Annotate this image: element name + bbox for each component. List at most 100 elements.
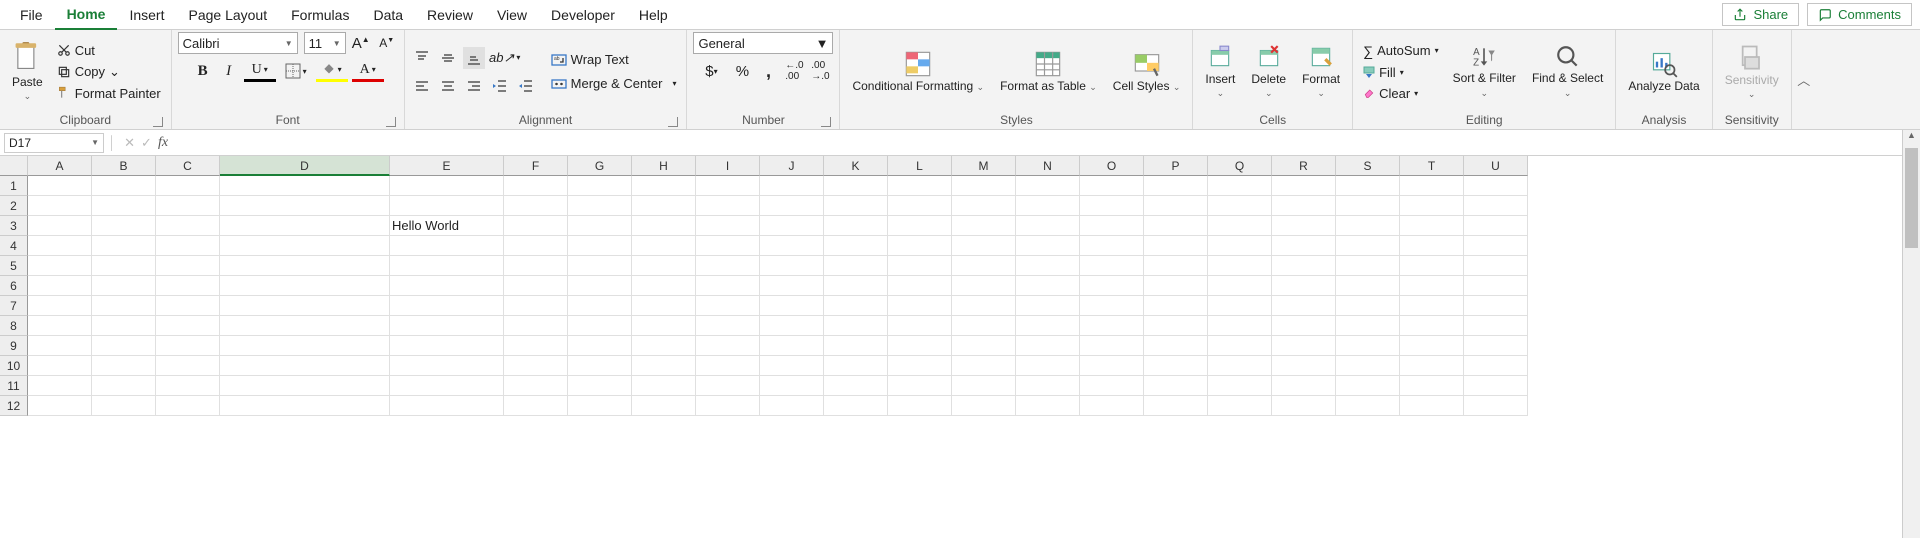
- cell-H2[interactable]: [632, 196, 696, 216]
- cell-U11[interactable]: [1464, 376, 1528, 396]
- cell-B9[interactable]: [92, 336, 156, 356]
- cell-D8[interactable]: [220, 316, 390, 336]
- column-header-H[interactable]: H: [632, 156, 696, 176]
- cell-O9[interactable]: [1080, 336, 1144, 356]
- cell-P4[interactable]: [1144, 236, 1208, 256]
- cell-S8[interactable]: [1336, 316, 1400, 336]
- cell-B3[interactable]: [92, 216, 156, 236]
- column-header-U[interactable]: U: [1464, 156, 1528, 176]
- cell-A1[interactable]: [28, 176, 92, 196]
- column-header-S[interactable]: S: [1336, 156, 1400, 176]
- cell-A12[interactable]: [28, 396, 92, 416]
- cell-G4[interactable]: [568, 236, 632, 256]
- cell-C11[interactable]: [156, 376, 220, 396]
- cell-F10[interactable]: [504, 356, 568, 376]
- cell-E10[interactable]: [390, 356, 504, 376]
- align-center-button[interactable]: [437, 75, 459, 97]
- cell-R8[interactable]: [1272, 316, 1336, 336]
- cell-J3[interactable]: [760, 216, 824, 236]
- cell-F1[interactable]: [504, 176, 568, 196]
- sort-filter-button[interactable]: AZ Sort & Filter⌄: [1447, 33, 1522, 111]
- cell-D5[interactable]: [220, 256, 390, 276]
- cells-area[interactable]: Hello World: [28, 176, 1528, 416]
- cell-Q11[interactable]: [1208, 376, 1272, 396]
- decrease-font-button[interactable]: A▼: [376, 32, 398, 54]
- cell-E4[interactable]: [390, 236, 504, 256]
- cell-H7[interactable]: [632, 296, 696, 316]
- cell-L5[interactable]: [888, 256, 952, 276]
- cell-I2[interactable]: [696, 196, 760, 216]
- cell-D3[interactable]: [220, 216, 390, 236]
- cell-F7[interactable]: [504, 296, 568, 316]
- autosum-button[interactable]: ∑ AutoSum ▾: [1359, 41, 1442, 61]
- cell-T3[interactable]: [1400, 216, 1464, 236]
- clipboard-launcher-icon[interactable]: [153, 117, 163, 127]
- cell-E2[interactable]: [390, 196, 504, 216]
- column-header-E[interactable]: E: [390, 156, 504, 176]
- cell-C7[interactable]: [156, 296, 220, 316]
- tab-home[interactable]: Home: [55, 0, 118, 30]
- cell-J4[interactable]: [760, 236, 824, 256]
- cell-F8[interactable]: [504, 316, 568, 336]
- cell-B6[interactable]: [92, 276, 156, 296]
- cell-R4[interactable]: [1272, 236, 1336, 256]
- cell-O7[interactable]: [1080, 296, 1144, 316]
- cell-U3[interactable]: [1464, 216, 1528, 236]
- cell-C12[interactable]: [156, 396, 220, 416]
- tab-help[interactable]: Help: [627, 0, 680, 30]
- cell-O2[interactable]: [1080, 196, 1144, 216]
- cell-R1[interactable]: [1272, 176, 1336, 196]
- cell-G2[interactable]: [568, 196, 632, 216]
- cell-O1[interactable]: [1080, 176, 1144, 196]
- cell-E9[interactable]: [390, 336, 504, 356]
- cell-N8[interactable]: [1016, 316, 1080, 336]
- cell-R10[interactable]: [1272, 356, 1336, 376]
- cell-L10[interactable]: [888, 356, 952, 376]
- column-header-I[interactable]: I: [696, 156, 760, 176]
- align-left-button[interactable]: [411, 75, 433, 97]
- percent-format-button[interactable]: %: [731, 60, 753, 82]
- cell-M11[interactable]: [952, 376, 1016, 396]
- cell-K2[interactable]: [824, 196, 888, 216]
- cell-F5[interactable]: [504, 256, 568, 276]
- row-header-6[interactable]: 6: [0, 276, 28, 296]
- cell-U9[interactable]: [1464, 336, 1528, 356]
- cell-P3[interactable]: [1144, 216, 1208, 236]
- cell-L11[interactable]: [888, 376, 952, 396]
- cell-U1[interactable]: [1464, 176, 1528, 196]
- cell-T2[interactable]: [1400, 196, 1464, 216]
- font-launcher-icon[interactable]: [386, 117, 396, 127]
- cell-G8[interactable]: [568, 316, 632, 336]
- cell-L7[interactable]: [888, 296, 952, 316]
- cell-H1[interactable]: [632, 176, 696, 196]
- cell-G1[interactable]: [568, 176, 632, 196]
- cell-G9[interactable]: [568, 336, 632, 356]
- cell-K3[interactable]: [824, 216, 888, 236]
- cell-U2[interactable]: [1464, 196, 1528, 216]
- cell-O4[interactable]: [1080, 236, 1144, 256]
- column-header-T[interactable]: T: [1400, 156, 1464, 176]
- cell-P7[interactable]: [1144, 296, 1208, 316]
- cell-M7[interactable]: [952, 296, 1016, 316]
- cell-L4[interactable]: [888, 236, 952, 256]
- cell-T5[interactable]: [1400, 256, 1464, 276]
- cell-L8[interactable]: [888, 316, 952, 336]
- cut-button[interactable]: Cut: [53, 41, 165, 60]
- cell-S11[interactable]: [1336, 376, 1400, 396]
- format-as-table-button[interactable]: Format as Table ⌄: [994, 33, 1103, 111]
- cell-T7[interactable]: [1400, 296, 1464, 316]
- decrease-decimal-button[interactable]: .00→.0: [809, 60, 831, 82]
- cell-T11[interactable]: [1400, 376, 1464, 396]
- cell-H3[interactable]: [632, 216, 696, 236]
- cell-N4[interactable]: [1016, 236, 1080, 256]
- cell-I6[interactable]: [696, 276, 760, 296]
- cell-J6[interactable]: [760, 276, 824, 296]
- cell-C10[interactable]: [156, 356, 220, 376]
- cell-J1[interactable]: [760, 176, 824, 196]
- cell-H10[interactable]: [632, 356, 696, 376]
- alignment-launcher-icon[interactable]: [668, 117, 678, 127]
- sensitivity-button[interactable]: Sensitivity⌄: [1719, 33, 1785, 111]
- cell-P9[interactable]: [1144, 336, 1208, 356]
- number-format-combo[interactable]: General ▼: [693, 32, 833, 54]
- cell-S1[interactable]: [1336, 176, 1400, 196]
